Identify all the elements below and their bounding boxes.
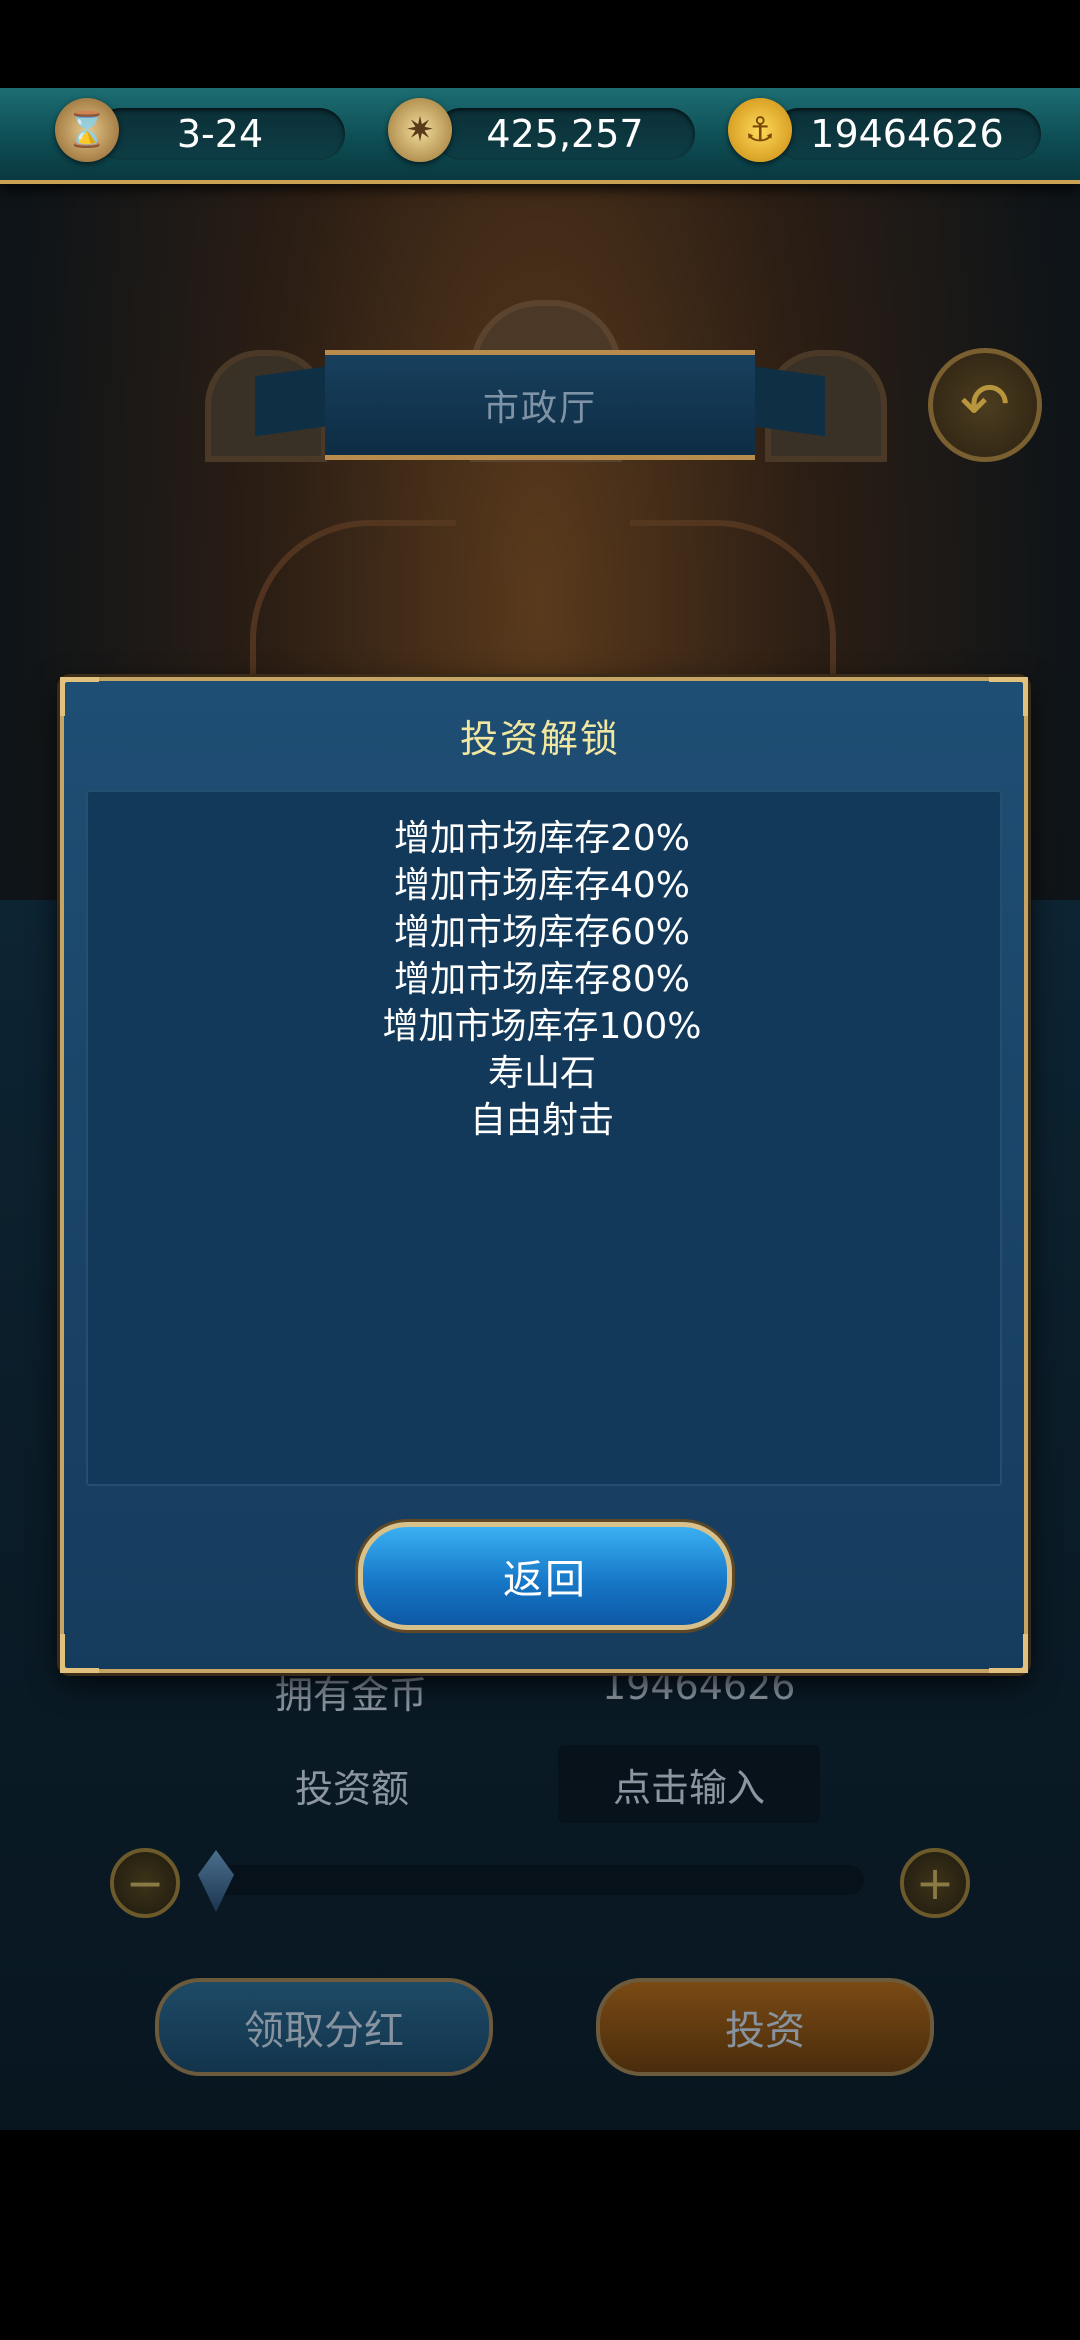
return-arrow-icon: ↶ <box>959 370 1011 440</box>
return-button[interactable]: ↶ <box>928 348 1042 462</box>
unlock-item: 增加市场库存60% <box>393 912 691 953</box>
compass-resource-display: 425,257 <box>435 108 695 160</box>
unlock-item: 增加市场库存40% <box>393 865 691 906</box>
resource-bar: 3-24 ⌛ 425,257 ✷ 19464626 ⚓ <box>0 88 1080 184</box>
invest-amount-placeholder: 点击输入 <box>612 1765 765 1810</box>
unlock-item: 增加市场库存20% <box>393 818 691 859</box>
page-title: 市政厅 <box>325 350 755 460</box>
compass-resource-value: 425,257 <box>486 112 644 156</box>
invest-button-label: 投资 <box>725 2008 805 2054</box>
invest-slider[interactable] <box>208 1865 864 1895</box>
dialog-back-label: 返回 <box>503 1557 587 1603</box>
gold-value: 19464626 <box>810 112 1004 156</box>
dialog-back-button[interactable]: 返回 <box>358 1522 732 1630</box>
hourglass-icon: ⌛ <box>55 98 119 162</box>
collect-dividend-label: 领取分红 <box>244 2008 404 2054</box>
collect-dividend-button[interactable]: 领取分红 <box>155 1978 493 2076</box>
increase-button[interactable]: + <box>900 1848 970 1918</box>
unlock-item: 寿山石 <box>487 1053 596 1094</box>
page-title-text: 市政厅 <box>482 388 597 429</box>
dialog-corner-ornament <box>989 1634 1028 1673</box>
invest-amount-label: 投资额 <box>295 1767 410 1811</box>
date-value: 3-24 <box>176 112 264 156</box>
invest-amount-input[interactable]: 点击输入 <box>558 1745 820 1823</box>
decrease-button[interactable]: − <box>110 1848 180 1918</box>
minus-icon: − <box>125 1856 165 1910</box>
invest-button[interactable]: 投资 <box>596 1978 934 2076</box>
date-display: 3-24 <box>95 108 345 160</box>
unlock-list: 增加市场库存20% 增加市场库存40% 增加市场库存60% 增加市场库存80% … <box>86 815 998 1144</box>
plus-icon: + <box>915 1856 955 1910</box>
dialog-title: 投资解锁 <box>459 717 620 761</box>
gold-display: 19464626 <box>773 108 1041 160</box>
dialog-corner-ornament <box>60 1634 99 1673</box>
unlock-item: 自由射击 <box>469 1100 614 1141</box>
unlock-item: 增加市场库存100% <box>382 1006 702 1047</box>
anchor-coin-icon: ⚓ <box>728 98 792 162</box>
compass-icon: ✷ <box>388 98 452 162</box>
bottom-safe-area <box>0 2130 1080 2340</box>
unlock-item: 增加市场库存80% <box>393 959 691 1000</box>
